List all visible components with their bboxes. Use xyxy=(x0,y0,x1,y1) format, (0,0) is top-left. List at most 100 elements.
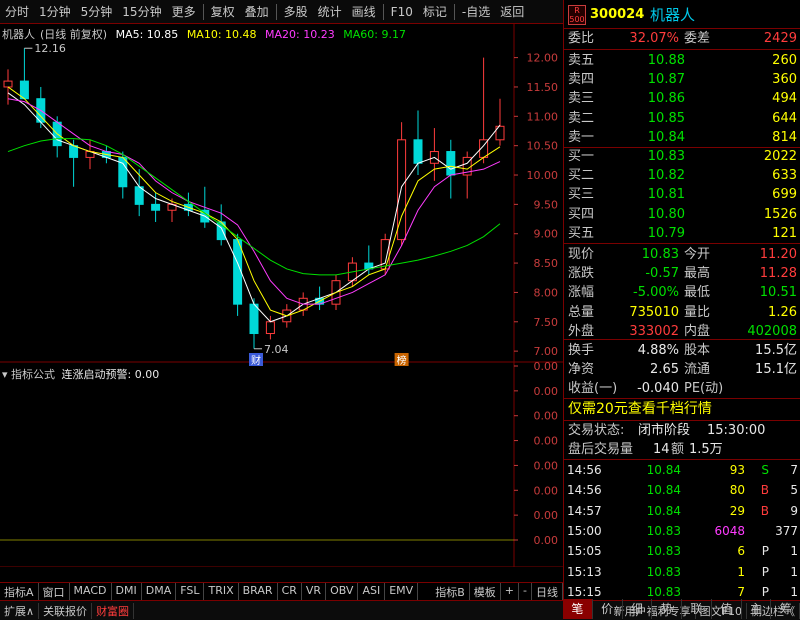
stat-row: 总量 735010 量比 1.26 xyxy=(568,304,797,320)
indicator-tab[interactable]: + xyxy=(501,583,520,600)
kline-chart[interactable]: 12.00 11.50 11.00 10.50 10.00 9.50 9.00 8.50 8.0… xyxy=(0,24,563,567)
candle-body xyxy=(265,321,275,335)
stat2-row: 收益(一) -0.040 PE(动) xyxy=(568,381,724,396)
toolbar-item[interactable]: 统计 xyxy=(313,3,347,20)
indicator-title: ▾ 指标公式 连涨启动预警: 0.00 xyxy=(2,366,159,382)
tick-row: 14:56 10.84 93 S 7 xyxy=(567,463,798,477)
y-tick-label: 8.00 xyxy=(534,286,559,299)
period-toolbar: 分时 1分钟 5分钟 15分钟 更多 复权 叠加 多股 统计 画线 F10 标记 -自选 返回 xyxy=(0,0,563,24)
ma-line-ma60 xyxy=(7,138,501,276)
indicator-tab[interactable]: TRIX xyxy=(204,583,239,600)
period-label: (日线 前复权) xyxy=(40,28,108,41)
finance-marker[interactable]: 财 xyxy=(251,354,261,367)
ind-y-tick-label: 0.00 xyxy=(534,435,559,448)
indicator-tab[interactable]: CR xyxy=(278,583,302,600)
ma20-label: MA20: 10.23 xyxy=(265,28,335,41)
y-tick-label: 9.00 xyxy=(534,228,559,241)
stock-name: 机器人 xyxy=(650,6,696,24)
indicator-tab[interactable]: DMI xyxy=(112,583,142,600)
y-tick-label: 7.00 xyxy=(534,345,559,358)
toolbar-separator xyxy=(382,3,384,20)
candle-body xyxy=(413,139,423,164)
bids-row: 买二 10.82 633 xyxy=(568,168,797,184)
indicator-tab[interactable]: 日线 xyxy=(532,583,563,600)
stat-row: 涨幅 -5.00% 最低 10.51 xyxy=(568,285,797,301)
bottom-bar-item[interactable]: 关联报价 xyxy=(39,602,93,619)
toolbar-item[interactable]: 多股 xyxy=(279,3,313,20)
indicator-tab[interactable]: - xyxy=(519,583,532,600)
indicator-toggle-icon[interactable]: ▾ xyxy=(2,368,8,381)
asks-row: 卖二 10.85 644 xyxy=(568,110,797,126)
y-tick-label: 12.00 xyxy=(527,52,559,65)
indicator-tab[interactable]: 指标B xyxy=(431,583,470,600)
side-tab[interactable]: 主 xyxy=(742,599,772,619)
side-tab[interactable]: 势 xyxy=(652,599,682,619)
stat-row: 现价 10.83 今开 11.20 xyxy=(568,247,797,262)
ind-y-tick-label: 0.00 xyxy=(534,459,559,472)
y-tick-label: 8.50 xyxy=(534,257,559,270)
indicator-tab[interactable]: BRAR xyxy=(239,583,278,600)
indicator-tab[interactable]: MACD xyxy=(70,583,112,600)
indicator-tab[interactable]: OBV xyxy=(326,583,359,600)
side-tab[interactable]: 笔 xyxy=(563,599,593,619)
indicator-name[interactable]: 指标公式 xyxy=(11,368,55,381)
toolbar-item[interactable]: 复权 xyxy=(206,3,240,20)
toolbar-item[interactable]: 叠加 xyxy=(240,3,274,20)
toolbar-item[interactable]: 画线 xyxy=(347,3,381,20)
toolbar-item[interactable]: 标记 xyxy=(418,3,452,20)
toolbar-item[interactable]: 返回 xyxy=(495,3,529,20)
toolbar-item[interactable]: 15分钟 xyxy=(117,3,166,20)
ma-line-ma5 xyxy=(7,92,501,323)
candle-body xyxy=(134,186,144,205)
tab-spacer xyxy=(418,583,431,600)
bids-row: 买三 10.81 699 xyxy=(568,187,797,203)
y-tick-label: 11.00 xyxy=(527,110,559,123)
ranking-marker[interactable]: 榜 xyxy=(397,354,407,367)
asks-row: 卖五 10.88 260 xyxy=(568,53,797,68)
indicator-tab[interactable]: VR xyxy=(302,583,327,600)
side-tab[interactable]: 联 xyxy=(682,599,712,619)
indicator-tab[interactable]: EMV xyxy=(385,583,419,600)
candle-body xyxy=(233,239,243,305)
tick-row: 15:00 10.83 6048 377 xyxy=(567,523,798,538)
candle-body xyxy=(3,80,13,88)
toolbar-item[interactable]: 分时 xyxy=(0,3,34,20)
stock-name-label: 机器人 xyxy=(2,28,35,41)
toolbar-separator xyxy=(202,3,204,20)
toolbar-item[interactable]: F10 xyxy=(386,5,418,19)
bottom-bar-item[interactable]: 扩展∧ xyxy=(0,602,40,619)
ma-line-ma10 xyxy=(7,86,501,317)
promo-link[interactable]: 仅需20元查看千档行情 xyxy=(568,400,712,419)
indicator-tab[interactable]: 指标A xyxy=(0,583,39,600)
side-tab[interactable]: 价 xyxy=(593,599,623,619)
toolbar-separator xyxy=(275,3,277,20)
tick-row: 14:57 10.84 29 B 9 xyxy=(567,503,798,518)
side-tab[interactable]: 值 xyxy=(712,599,742,619)
indicator-tab[interactable]: 窗口 xyxy=(39,583,70,600)
indicator-tab[interactable]: FSL xyxy=(176,583,205,600)
ma-line-ma20 xyxy=(7,98,501,305)
side-tab[interactable]: 细 xyxy=(623,599,653,619)
indicator-tab[interactable]: ASI xyxy=(358,583,386,600)
stat2-row: 换手 4.88% 股本 15.5亿 xyxy=(568,343,797,358)
ma60-label: MA60: 9.17 xyxy=(343,28,406,41)
toolbar-item[interactable]: 1分钟 xyxy=(34,3,76,20)
trade-status: 交易状态: 闭市阶段 15:30:00 xyxy=(568,423,766,438)
weibi-row: 委比 32.07% 委差 2429 xyxy=(568,31,797,46)
candle-body xyxy=(446,151,456,176)
candle-body xyxy=(151,203,161,211)
indicator-tab[interactable]: DMA xyxy=(142,583,177,600)
bids-row: 买一 10.83 2022 xyxy=(568,149,797,164)
ma5-label: MA5: 10.85 xyxy=(115,28,179,41)
indicator-tab[interactable]: 模板 xyxy=(470,583,501,600)
y-tick-label: 10.00 xyxy=(527,169,559,182)
toolbar-item[interactable]: 5分钟 xyxy=(76,3,118,20)
asks-row: 卖三 10.86 494 xyxy=(568,91,797,107)
candle-body xyxy=(249,303,259,335)
high-label: 12.16 xyxy=(34,42,66,55)
toolbar-item[interactable]: -自选 xyxy=(457,3,495,20)
side-tab[interactable]: 筹 xyxy=(771,599,800,619)
indicator-tabbar: 指标A 窗口 MACD DMI DMA FSL TRIX BRAR CR VR OBV ASI EMV 指… xyxy=(0,582,563,600)
toolbar-item[interactable]: 更多 xyxy=(167,3,201,20)
bottom-bar-item[interactable]: 财富圈 xyxy=(92,602,135,619)
